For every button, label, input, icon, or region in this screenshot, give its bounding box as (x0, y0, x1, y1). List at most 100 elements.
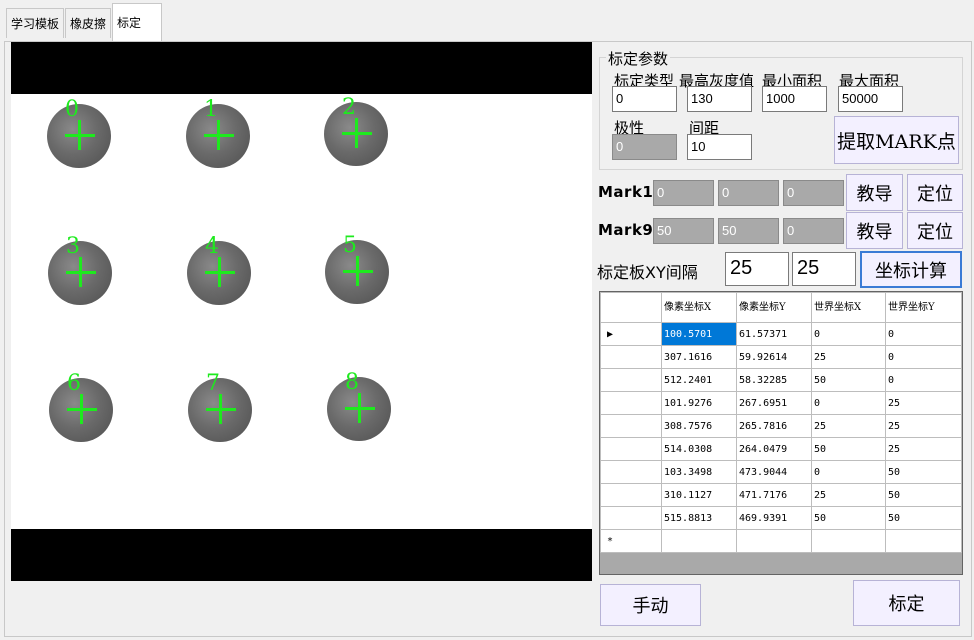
mark-number: 0 (65, 97, 79, 122)
table-row[interactable]: 310.1127 471.7176 25 50 (600, 483, 962, 507)
mark1-angle-field[interactable]: 0 (783, 180, 844, 206)
table-cell[interactable]: 469.9391 (736, 506, 812, 530)
column-header-world-y[interactable]: 世界坐标Y (885, 292, 962, 323)
table-cell[interactable]: 25 (811, 345, 886, 369)
column-header-pixel-y[interactable]: 像素坐标Y (736, 292, 812, 323)
table-row[interactable]: 512.2401 58.32285 50 0 (600, 368, 962, 392)
table-cell[interactable]: 0 (885, 368, 962, 392)
table-cell[interactable]: 514.0308 (661, 437, 737, 461)
calibrate-button[interactable]: 标定 (853, 580, 960, 626)
table-row[interactable]: 308.7576 265.7816 25 25 (600, 414, 962, 438)
table-row[interactable]: 307.1616 59.92614 25 0 (600, 345, 962, 369)
row-header[interactable] (600, 414, 662, 438)
table-cell[interactable]: 58.32285 (736, 368, 812, 392)
image-viewer[interactable]: 0 1 2 3 4 5 6 7 8 (11, 42, 592, 581)
table-cell[interactable]: 0 (885, 345, 962, 369)
table-cell[interactable]: 25 (885, 437, 962, 461)
mark1-x-field[interactable]: 0 (653, 180, 714, 206)
table-row[interactable]: 103.3498 473.9044 0 50 (600, 460, 962, 484)
table-cell[interactable]: 50 (811, 437, 886, 461)
row-header[interactable] (600, 345, 662, 369)
column-header-world-x[interactable]: 世界坐标X (811, 292, 886, 323)
mark9-locate-button[interactable]: 定位 (907, 212, 963, 249)
row-header[interactable] (600, 391, 662, 415)
current-row-indicator-icon[interactable]: ▶ (600, 322, 662, 346)
crosshair-icon-vertical (217, 120, 220, 150)
table-row[interactable]: 101.9276 267.6951 0 25 (600, 391, 962, 415)
mark-number: 5 (343, 233, 357, 258)
table-cell[interactable]: 0 (811, 322, 886, 346)
tab-learn-template[interactable]: 学习模板 (6, 8, 65, 38)
mark9-teach-button[interactable]: 教导 (846, 212, 903, 249)
row-header[interactable] (600, 506, 662, 530)
table-cell[interactable]: 264.0479 (736, 437, 812, 461)
tab-calibration[interactable]: 标定 (112, 3, 162, 42)
table-row[interactable]: 514.0308 264.0479 50 25 (600, 437, 962, 461)
table-cell[interactable]: 50 (885, 506, 962, 530)
board-spacing-y-field[interactable]: 25 (792, 252, 856, 286)
column-header-pixel-x[interactable]: 像素坐标X (661, 292, 737, 323)
table-cell[interactable]: 50 (811, 506, 886, 530)
mark-number: 6 (67, 371, 81, 396)
mark9-angle-field[interactable]: 0 (783, 218, 844, 244)
table-cell[interactable]: 59.92614 (736, 345, 812, 369)
board-spacing-label: 标定板XY间隔 (597, 263, 698, 282)
table-cell[interactable]: 50 (811, 368, 886, 392)
tab-eraser[interactable]: 橡皮擦 (65, 8, 112, 38)
table-cell[interactable]: 0 (811, 460, 886, 484)
table-cell[interactable] (885, 529, 962, 553)
new-row[interactable]: * (600, 529, 962, 553)
max-area-field[interactable]: 50000 (838, 86, 903, 112)
calibration-type-field[interactable]: 0 (612, 86, 677, 112)
table-cell[interactable]: 512.2401 (661, 368, 737, 392)
table-row[interactable]: 515.8813 469.9391 50 50 (600, 506, 962, 530)
table-cell[interactable]: 50 (885, 460, 962, 484)
table-cell[interactable]: 307.1616 (661, 345, 737, 369)
polarity-field[interactable]: 0 (612, 134, 677, 160)
table-cell[interactable]: 471.7176 (736, 483, 812, 507)
table-cell[interactable]: 61.57371 (736, 322, 812, 346)
table-cell[interactable]: 25 (885, 391, 962, 415)
table-cell[interactable]: 308.7576 (661, 414, 737, 438)
mark1-y-field[interactable]: 0 (718, 180, 779, 206)
mark1-locate-button[interactable]: 定位 (907, 174, 963, 211)
table-cell[interactable]: 101.9276 (661, 391, 737, 415)
table-cell[interactable]: 0 (811, 391, 886, 415)
image-black-band-top (11, 42, 592, 94)
mark9-x-field[interactable]: 50 (653, 218, 714, 244)
crosshair-icon-vertical (79, 257, 82, 287)
table-cell[interactable] (811, 529, 886, 553)
table-cell[interactable]: 25 (811, 483, 886, 507)
row-header[interactable] (600, 437, 662, 461)
manual-button[interactable]: 手动 (600, 584, 701, 626)
board-spacing-x-field[interactable]: 25 (725, 252, 789, 286)
max-gray-field[interactable]: 130 (687, 86, 752, 112)
table-cell[interactable]: 267.6951 (736, 391, 812, 415)
min-area-field[interactable]: 1000 (762, 86, 827, 112)
row-header[interactable] (600, 483, 662, 507)
row-header[interactable] (600, 460, 662, 484)
table-cell[interactable] (736, 529, 812, 553)
new-row-marker-icon[interactable]: * (600, 529, 662, 553)
table-cell[interactable]: 310.1127 (661, 483, 737, 507)
table-cell[interactable] (661, 529, 737, 553)
mark-number: 1 (204, 97, 218, 122)
compute-coordinates-button[interactable]: 坐标计算 (860, 251, 962, 288)
crosshair-icon-vertical (78, 120, 81, 150)
mark1-teach-button[interactable]: 教导 (846, 174, 903, 211)
table-cell[interactable]: 25 (811, 414, 886, 438)
table-cell[interactable]: 103.3498 (661, 460, 737, 484)
table-cell[interactable]: 50 (885, 483, 962, 507)
table-cell[interactable]: 100.5701 (661, 322, 737, 346)
extract-mark-button[interactable]: 提取MARK点 (834, 116, 959, 164)
table-cell[interactable]: 473.9044 (736, 460, 812, 484)
spacing-field[interactable]: 10 (687, 134, 752, 160)
table-cell[interactable]: 265.7816 (736, 414, 812, 438)
row-header[interactable] (600, 368, 662, 392)
table-cell[interactable]: 0 (885, 322, 962, 346)
table-row[interactable]: ▶ 100.5701 61.57371 0 0 (600, 322, 962, 346)
mark9-y-field[interactable]: 50 (718, 218, 779, 244)
table-cell[interactable]: 25 (885, 414, 962, 438)
coordinates-grid[interactable]: 像素坐标X 像素坐标Y 世界坐标X 世界坐标Y ▶ 100.5701 61.57… (599, 291, 963, 575)
table-cell[interactable]: 515.8813 (661, 506, 737, 530)
